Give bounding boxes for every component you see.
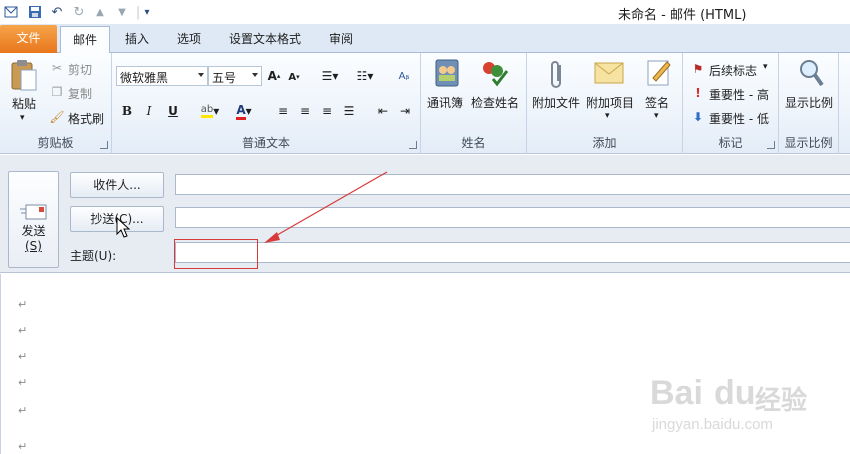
paragraph-mark: ↵ (18, 404, 28, 417)
watermark-url: jingyan.baidu.com (652, 416, 773, 433)
paragraph-mark: ↵ (18, 440, 28, 453)
paragraph-mark: ↵ (18, 350, 28, 363)
paragraph-mark: ↵ (18, 376, 28, 389)
mouse-cursor-icon (116, 217, 131, 238)
watermark-product: 经验 (755, 386, 808, 416)
paragraph-mark: ↵ (18, 298, 28, 311)
paragraph-mark: ↵ (18, 324, 28, 337)
watermark-brand-end: du (714, 374, 756, 412)
watermark-brand: Bai (650, 374, 703, 412)
